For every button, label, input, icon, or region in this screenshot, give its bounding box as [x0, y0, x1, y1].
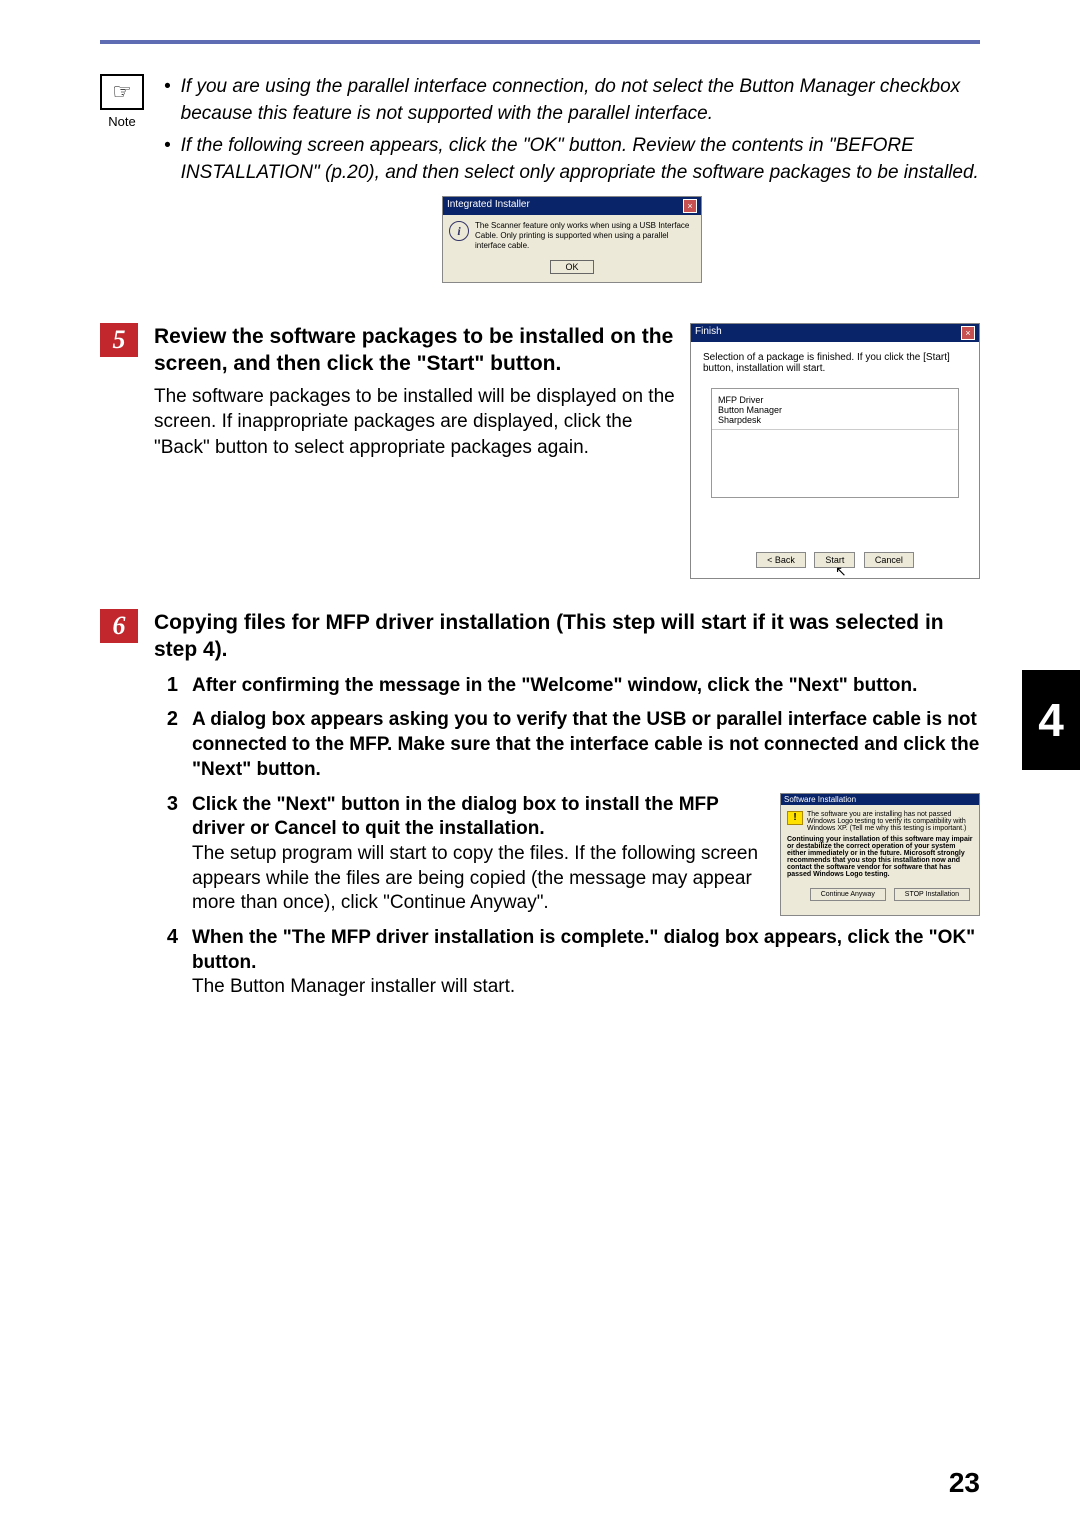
finish-dialog: Finish × Selection of a package is finis…	[690, 323, 980, 579]
step-6-number: 6	[100, 609, 138, 643]
dialog-title-text: Integrated Installer	[447, 199, 530, 213]
note-section: ☞ Note • If you are using the parallel i…	[100, 74, 980, 293]
page-number: 23	[949, 1467, 980, 1499]
step-6: 6 Copying files for MFP driver installat…	[100, 609, 980, 1000]
list-item: Button Manager	[718, 405, 952, 415]
finish-dialog-text: Selection of a package is finished. If y…	[703, 352, 967, 374]
warn-dialog-title: Software Installation	[781, 794, 979, 805]
step-5-text: The software packages to be installed wi…	[154, 384, 676, 461]
info-icon: i	[449, 221, 469, 241]
cursor-icon: ↖	[835, 563, 847, 580]
finish-dialog-titlebar: Finish ×	[691, 324, 979, 342]
substep-3-heading: Click the "Next" button in the dialog bo…	[192, 793, 768, 842]
cancel-button[interactable]: Cancel	[864, 552, 914, 568]
note-content: • If you are using the parallel interfac…	[164, 74, 980, 293]
step-5-number: 5	[100, 323, 138, 357]
bullet-icon: •	[164, 74, 171, 127]
warning-icon: !	[787, 811, 803, 825]
close-icon[interactable]: ×	[961, 326, 975, 340]
substep-3-text: The setup program will start to copy the…	[192, 842, 768, 916]
substep-1-heading: After confirming the message in the "Wel…	[192, 674, 980, 699]
substep-1: 1 After confirming the message in the "W…	[154, 674, 980, 699]
note-bullet-2: • If the following screen appears, click…	[164, 133, 980, 186]
close-icon[interactable]: ×	[683, 199, 697, 213]
substep-4-number: 4	[154, 926, 178, 1000]
top-rule	[100, 40, 980, 44]
substep-3: 3 Click the "Next" button in the dialog …	[154, 793, 980, 916]
warn-text-2: Continuing your installation of this sof…	[787, 836, 973, 878]
note-bullet-1: • If you are using the parallel interfac…	[164, 74, 980, 127]
list-item: MFP Driver	[718, 395, 952, 405]
ok-button[interactable]: OK	[550, 260, 593, 274]
continue-anyway-button[interactable]: Continue Anyway	[810, 888, 886, 901]
note-bullet-1-text: If you are using the parallel interface …	[181, 74, 980, 127]
chapter-tab: 4	[1022, 670, 1080, 770]
substep-2: 2 A dialog box appears asking you to ver…	[154, 708, 980, 782]
substep-4: 4 When the "The MFP driver installation …	[154, 926, 980, 1000]
finish-package-list: MFP Driver Button Manager Sharpdesk	[711, 388, 959, 498]
substep-2-number: 2	[154, 708, 178, 782]
back-button[interactable]: < Back	[756, 552, 806, 568]
step-5: 5 Review the software packages to be ins…	[100, 323, 980, 579]
stop-installation-button[interactable]: STOP Installation	[894, 888, 970, 901]
note-icon-box: ☞ Note	[100, 74, 144, 293]
note-label: Note	[100, 114, 144, 129]
warn-text-1: The software you are installing has not …	[807, 811, 973, 832]
integrated-installer-dialog: Integrated Installer × i The Scanner fea…	[442, 196, 702, 283]
finish-dialog-title: Finish	[695, 326, 722, 340]
software-installation-dialog: Software Installation ! The software you…	[780, 793, 980, 916]
list-item: Sharpdesk	[718, 415, 952, 425]
substep-4-text: The Button Manager installer will start.	[192, 975, 980, 1000]
substep-1-number: 1	[154, 674, 178, 699]
substep-4-heading: When the "The MFP driver installation is…	[192, 926, 980, 975]
dialog-titlebar: Integrated Installer ×	[443, 197, 701, 215]
bullet-icon: •	[164, 133, 171, 186]
step-6-heading: Copying files for MFP driver installatio…	[154, 609, 980, 664]
note-bullet-2-text: If the following screen appears, click t…	[181, 133, 980, 186]
substep-3-number: 3	[154, 793, 178, 916]
step-5-heading: Review the software packages to be insta…	[154, 323, 676, 378]
dialog-message: The Scanner feature only works when usin…	[475, 221, 695, 250]
note-hand-icon: ☞	[100, 74, 144, 110]
substep-2-heading: A dialog box appears asking you to verif…	[192, 708, 980, 782]
